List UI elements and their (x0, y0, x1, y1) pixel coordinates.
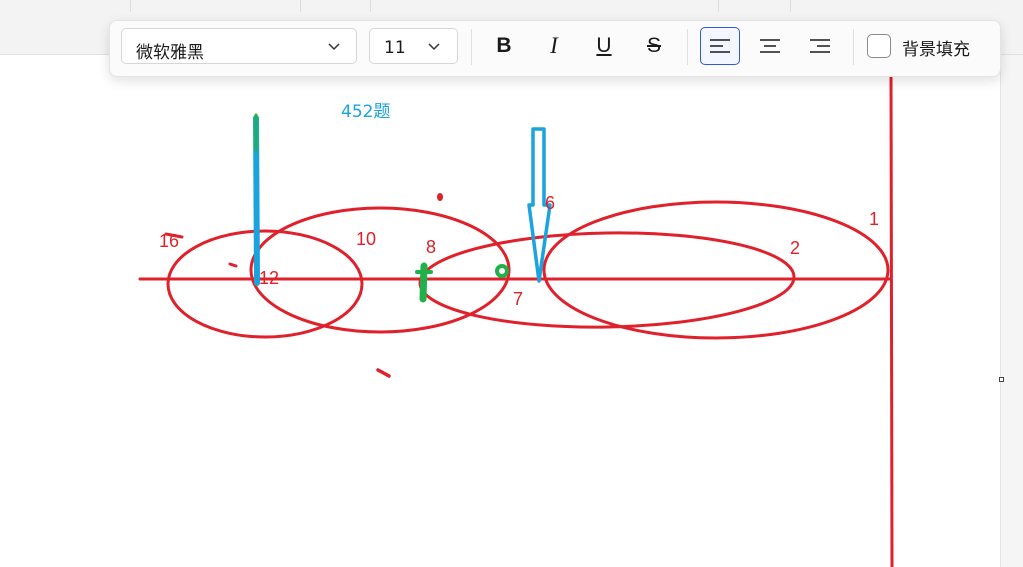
background-fill-checkbox[interactable] (867, 34, 891, 58)
align-left-icon (710, 39, 730, 53)
font-size-select[interactable]: 11 (369, 28, 458, 64)
vertical-ink-line (889, 69, 894, 567)
diagram-label-16: 16 (159, 231, 180, 251)
ink-drawing (138, 69, 894, 567)
align-right-button[interactable] (800, 27, 840, 65)
green-mark (495, 264, 509, 278)
strikethrough-button[interactable]: S (634, 27, 674, 65)
toolbar-divider (687, 29, 688, 65)
toolbar-divider (853, 29, 854, 65)
text-format-toolbar: 微软雅黑 11 B I U S 背景填充 (109, 20, 1001, 77)
underline-button[interactable]: U (584, 27, 624, 65)
diagram-label-2: 2 (790, 238, 801, 258)
align-center-button[interactable] (750, 27, 790, 65)
toolbar-divider (471, 29, 472, 65)
note-text-blue: 452题 (341, 102, 391, 122)
align-center-icon (760, 39, 780, 53)
diagram-label-6: 6 (545, 193, 556, 213)
underline-icon: U (596, 34, 612, 57)
diagram-label-8: 8 (426, 237, 437, 257)
bold-icon: B (496, 34, 512, 57)
font-size-value: 11 (384, 38, 406, 58)
diagram-label-10: 10 (356, 229, 377, 249)
align-right-icon (810, 39, 830, 53)
resize-handle[interactable] (999, 377, 1004, 382)
chevron-down-icon (428, 43, 440, 51)
diagram-label-7: 7 (513, 289, 524, 309)
bold-button[interactable]: B (484, 27, 524, 65)
italic-button[interactable]: I (534, 27, 574, 65)
diagram-label-12: 12 (259, 268, 280, 288)
italic-icon: I (550, 33, 558, 58)
font-family-value: 微软雅黑 (136, 43, 204, 63)
background-fill-label: 背景填充 (902, 40, 970, 60)
ink-stroke-fragment (376, 368, 391, 378)
diagram-label-1: 1 (869, 209, 880, 229)
font-family-select[interactable]: 微软雅黑 (121, 28, 357, 64)
chevron-down-icon (328, 43, 340, 51)
ink-stroke-fragment (228, 262, 238, 268)
align-left-button[interactable] (700, 27, 740, 65)
strikethrough-icon: S (646, 34, 661, 57)
ink-dot (437, 193, 443, 201)
